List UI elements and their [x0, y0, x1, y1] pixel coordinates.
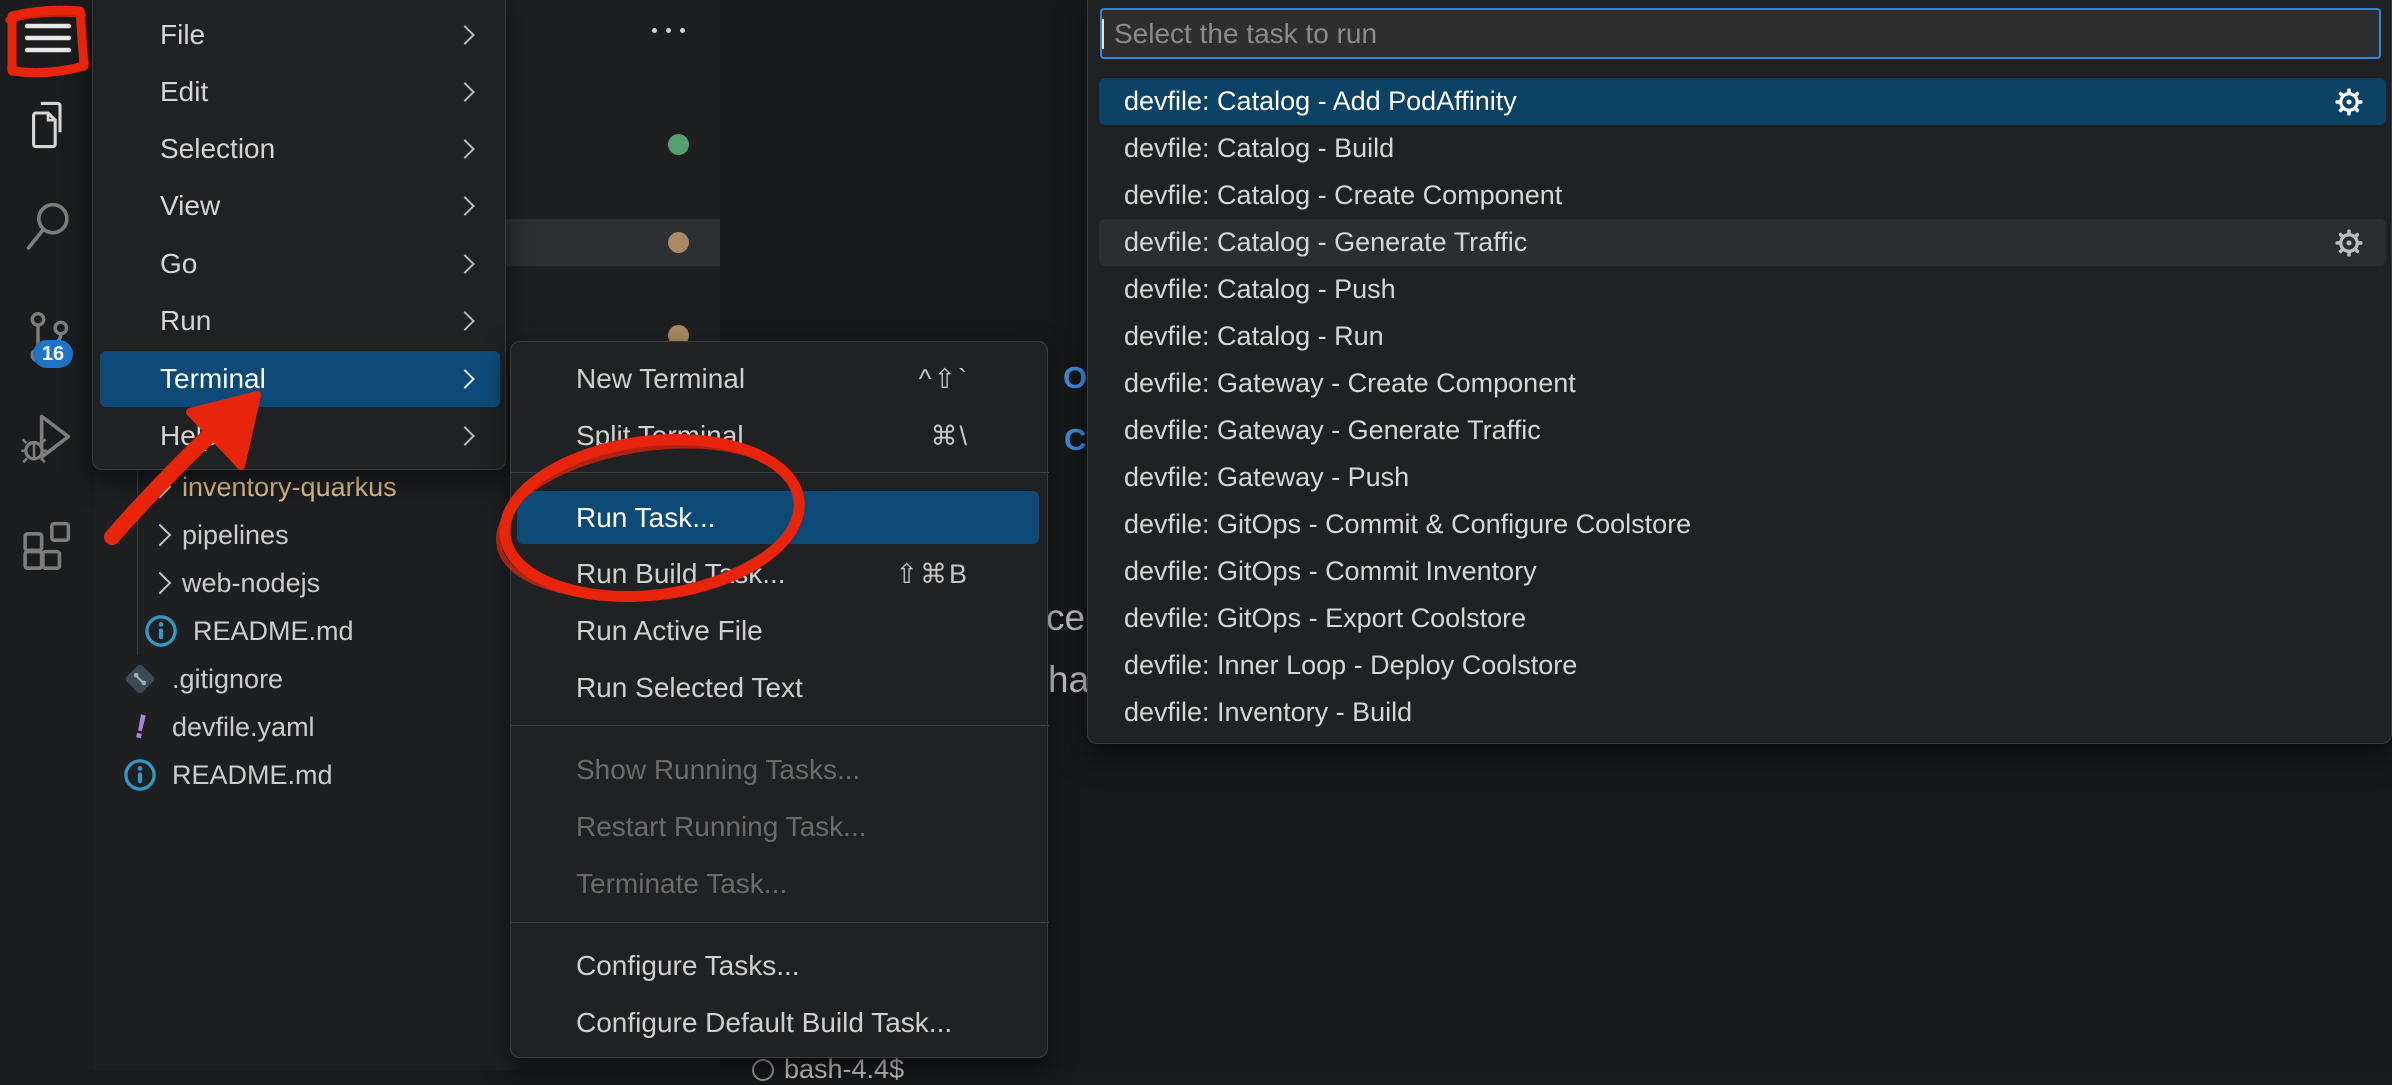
git-status-dot [668, 134, 689, 155]
menu-item-go[interactable]: Go [100, 236, 500, 292]
task-option[interactable]: devfile: Catalog - Run [1099, 313, 2386, 360]
configure-task-gear-icon[interactable] [2334, 87, 2364, 117]
run-debug-icon[interactable] [0, 408, 95, 468]
info-file-icon [143, 613, 179, 649]
shortcut-label: ⇧⌘B [895, 559, 969, 590]
menu-item-terminate-task: Terminate Task... [517, 857, 1039, 911]
menu-item-restart-running-task: Restart Running Task... [517, 800, 1039, 854]
vscode-window: { "activity_bar": { "scm_badge": "16" },… [0, 0, 2392, 1070]
configure-task-gear-icon[interactable] [2334, 228, 2364, 258]
more-actions-icon[interactable] [652, 28, 685, 33]
task-option[interactable]: devfile: Catalog - Add PodAffinity [1099, 78, 2386, 125]
menu-item-configure-tasks[interactable]: Configure Tasks... [517, 939, 1039, 993]
task-search-input[interactable] [1100, 8, 2381, 59]
menu-item-run[interactable]: Run [100, 293, 500, 349]
shortcut-label: ⌘\ [930, 421, 969, 452]
chevron-right-icon [149, 572, 172, 595]
task-option[interactable]: devfile: Inner Loop - Deploy Coolstore [1099, 642, 2386, 689]
chevron-right-icon [149, 476, 172, 499]
info-file-icon [122, 757, 158, 793]
menu-item-configure-default-build-task[interactable]: Configure Default Build Task... [517, 996, 1039, 1050]
menu-item-view[interactable]: View [100, 178, 500, 234]
chevron-right-icon [455, 196, 475, 216]
activity-bar: 16 [0, 0, 95, 1070]
task-option[interactable]: devfile: Catalog - Generate Traffic [1099, 219, 2386, 266]
explorer-icon[interactable] [0, 98, 95, 152]
menu-separator [511, 472, 1049, 473]
chevron-right-icon [455, 311, 475, 331]
task-option[interactable]: devfile: GitOps - Commit Inventory [1099, 548, 2386, 595]
menu-item-file[interactable]: File [100, 7, 500, 63]
menu-item-run-build-task[interactable]: Run Build Task...⇧⌘B [517, 547, 1039, 601]
task-option[interactable]: devfile: Inventory - Build [1099, 689, 2386, 736]
menu-item-new-terminal[interactable]: New Terminal^⇧` [517, 352, 1039, 406]
menu-item-terminal[interactable]: Terminal [100, 351, 500, 407]
text-cursor [1102, 19, 1104, 49]
task-option[interactable]: devfile: Catalog - Create Component [1099, 172, 2386, 219]
shortcut-label: ^⇧` [919, 364, 969, 395]
editor-text-fragment: C [1064, 422, 1086, 458]
chevron-right-icon [455, 139, 475, 159]
task-option[interactable]: devfile: Catalog - Push [1099, 266, 2386, 313]
menu-item-show-running-tasks: Show Running Tasks... [517, 743, 1039, 797]
chevron-right-icon [455, 254, 475, 274]
menu-item-run-active-file[interactable]: Run Active File [517, 604, 1039, 658]
application-menu: File Edit Selection View Go Run Terminal… [92, 0, 506, 470]
menu-item-selection[interactable]: Selection [100, 121, 500, 177]
scm-changes-badge: 16 [33, 340, 73, 368]
chevron-right-icon [455, 369, 475, 389]
quick-pick-panel: devfile: Catalog - Add PodAffinity devfi… [1087, 0, 2392, 744]
editor-text-fragment: ce [1046, 597, 1085, 639]
hamburger-menu-icon[interactable] [0, 18, 95, 58]
menu-item-run-selected-text[interactable]: Run Selected Text [517, 661, 1039, 715]
menu-item-run-task[interactable]: Run Task... [517, 491, 1039, 544]
task-option[interactable]: devfile: Gateway - Generate Traffic [1099, 407, 2386, 454]
editor-text-fragment: O [1063, 360, 1087, 396]
editor-text-fragment: ha [1048, 659, 1089, 701]
task-option[interactable]: devfile: Gateway - Create Component [1099, 360, 2386, 407]
devfile-icon: ! [130, 708, 152, 747]
menu-item-edit[interactable]: Edit [100, 64, 500, 120]
menu-separator [511, 725, 1049, 726]
git-file-icon [122, 661, 158, 697]
menu-separator [511, 922, 1049, 923]
chevron-right-icon [149, 524, 172, 547]
task-option[interactable]: devfile: Gateway - Push [1099, 454, 2386, 501]
task-option[interactable]: devfile: GitOps - Export Coolstore [1099, 595, 2386, 642]
task-option[interactable]: devfile: GitOps - Commit & Configure Coo… [1099, 501, 2386, 548]
chevron-right-icon [455, 25, 475, 45]
extensions-icon[interactable] [0, 516, 95, 572]
search-icon[interactable] [0, 198, 95, 254]
task-option[interactable]: devfile: Catalog - Build [1099, 125, 2386, 172]
git-status-dot [668, 232, 689, 253]
chevron-right-icon [455, 426, 475, 446]
terminal-submenu: New Terminal^⇧` Split Terminal⌘\ Run Tas… [510, 341, 1048, 1058]
chevron-right-icon [455, 82, 475, 102]
menu-item-help[interactable]: Help [100, 408, 500, 464]
menu-item-split-terminal[interactable]: Split Terminal⌘\ [517, 409, 1039, 463]
